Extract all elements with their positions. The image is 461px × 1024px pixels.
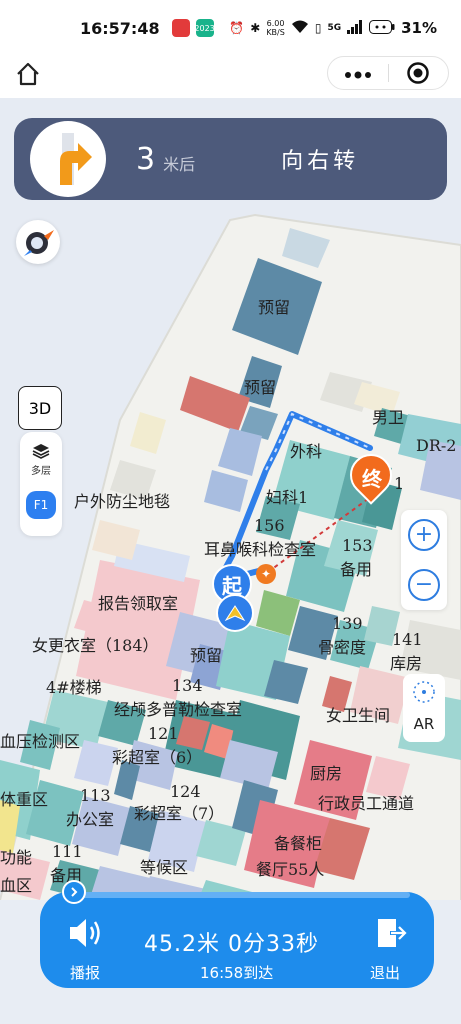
room-label: 骨密度 xyxy=(318,638,367,657)
room-label: 预留 xyxy=(190,646,223,665)
notification-app-icon: 2023 xyxy=(194,19,215,37)
exit-label[interactable]: 退出 xyxy=(370,962,400,983)
room-label: 报告领取室 xyxy=(98,594,179,613)
arrival-time: 16:58到达 xyxy=(200,964,274,982)
chevron-right-icon xyxy=(71,887,78,897)
room-label: 办公室 xyxy=(66,810,115,829)
room-label: 女卫生间 xyxy=(326,706,391,725)
close-miniprogram-button[interactable] xyxy=(389,61,449,85)
speaker-icon xyxy=(70,919,100,947)
room-label: 1 xyxy=(394,474,405,493)
broadcast-label[interactable]: 播报 xyxy=(70,962,100,983)
status-bar: 16:57:48 2023 ⏰ ✱ 6.00 KB/S ▯ 5G 31% xyxy=(0,0,461,56)
turn-direction xyxy=(30,121,106,197)
navigation-bottom-bar: 播报 45.2米 0分33秒 16:58到达 退出 xyxy=(40,880,434,988)
room-label: 血压检测区 xyxy=(0,732,81,751)
battery-icon xyxy=(369,19,395,37)
room-label: 经颅多普勒检查室 xyxy=(114,700,243,719)
room-label: 113 xyxy=(80,786,111,805)
network-speed: 6.00 KB/S xyxy=(266,19,285,37)
target-icon xyxy=(407,62,429,84)
room-label: DR-2 xyxy=(416,436,457,455)
room-label: 121 xyxy=(148,724,179,743)
signal-label: 5G xyxy=(327,23,342,33)
room-label: 备餐柜 xyxy=(274,834,323,853)
room-label: 156 xyxy=(254,516,285,535)
turn-instruction: 向右转 xyxy=(281,149,360,174)
compass-icon xyxy=(24,230,54,256)
end-marker-label: 终 xyxy=(362,466,383,491)
notification-app-icon xyxy=(171,19,190,37)
floor-f1-button[interactable]: F1 xyxy=(26,491,56,519)
room-label: 139 xyxy=(332,614,363,633)
room-label: 妇科1 xyxy=(266,488,309,507)
room-label: 库房 xyxy=(390,654,423,673)
broadcast-button[interactable] xyxy=(66,916,104,954)
3d-toggle-button[interactable]: 3D xyxy=(18,386,62,430)
room-label: 外科 xyxy=(290,442,323,461)
route-progress-bar xyxy=(64,892,410,898)
room-label: 体重区 xyxy=(0,790,49,809)
room-label: 耳鼻喉科检查室 xyxy=(204,540,317,559)
signal-icon xyxy=(347,19,363,37)
room-label: 餐厅55人 xyxy=(256,860,325,879)
room-label: 行政员工通道 xyxy=(318,794,415,813)
alarm-icon: ⏰ xyxy=(229,21,245,35)
turn-right-arrow-icon xyxy=(60,133,92,185)
network-speed-unit: KB/S xyxy=(266,28,285,37)
zoom-out-button[interactable]: − xyxy=(408,569,440,601)
turn-guidance-panel: 3 米后 向右转 xyxy=(14,118,447,200)
status-indicators: ⏰ ✱ 6.00 KB/S ▯ 5G 31% xyxy=(229,19,437,37)
locate-button[interactable] xyxy=(403,674,445,710)
room-label: 血区 xyxy=(0,876,33,895)
room-label: 彩超室（7） xyxy=(134,804,225,823)
room-label: 预留 xyxy=(244,378,277,397)
room-label: 男卫 xyxy=(372,408,405,427)
floor-selector: 多层 F1 xyxy=(20,432,62,536)
room-label: 彩超室（6） xyxy=(112,748,203,767)
walker-icon: ✦ xyxy=(256,564,276,584)
layers-icon[interactable] xyxy=(32,442,50,460)
battery-percentage: 31% xyxy=(401,19,437,37)
ar-button[interactable]: AR xyxy=(403,706,445,742)
room-label: 户外防尘地毯 xyxy=(74,492,171,511)
remaining-distance-time: 45.2米 0分33秒 xyxy=(144,932,319,957)
room-label: 111 xyxy=(52,842,83,861)
room-label: 预留 xyxy=(258,298,291,317)
room-label: 功能 xyxy=(0,848,33,867)
exit-icon xyxy=(378,919,408,947)
current-location-marker xyxy=(216,594,254,632)
room-label: 厨房 xyxy=(310,764,343,783)
distance-unit: 米后 xyxy=(163,155,196,174)
room-label: 141 xyxy=(392,630,423,649)
progress-knob[interactable] xyxy=(62,880,86,904)
room-label: 等候区 xyxy=(140,858,189,877)
zoom-controls: + − xyxy=(401,510,447,610)
location-arrow-icon xyxy=(224,605,246,622)
compass-button[interactable] xyxy=(16,220,60,264)
home-button[interactable] xyxy=(14,60,42,88)
capsule-menu xyxy=(327,56,449,90)
distance-value: 3 xyxy=(136,141,156,177)
bluetooth-icon: ✱ xyxy=(250,21,261,35)
zoom-in-button[interactable]: + xyxy=(408,519,440,551)
room-label: 134 xyxy=(172,676,203,695)
locate-icon xyxy=(413,681,435,703)
status-app-icons: 2023 xyxy=(171,19,215,37)
room-label: 备用 xyxy=(340,560,373,579)
home-icon xyxy=(17,62,39,86)
multi-floor-label[interactable]: 多层 xyxy=(31,462,51,477)
exit-button[interactable] xyxy=(374,916,408,954)
network-speed-value: 6.00 xyxy=(266,19,285,28)
top-nav-bar xyxy=(0,56,461,98)
sim-icon: ▯ xyxy=(314,21,322,35)
more-dots-icon xyxy=(344,71,371,79)
room-label: 4#楼梯 xyxy=(46,678,102,697)
wifi-icon xyxy=(291,20,309,37)
room-label: 153 xyxy=(342,536,373,555)
status-time: 16:57:48 xyxy=(80,18,160,38)
more-button[interactable] xyxy=(328,63,388,83)
room-label: 女更衣室（184） xyxy=(32,636,159,655)
room-label: 124 xyxy=(170,782,201,801)
